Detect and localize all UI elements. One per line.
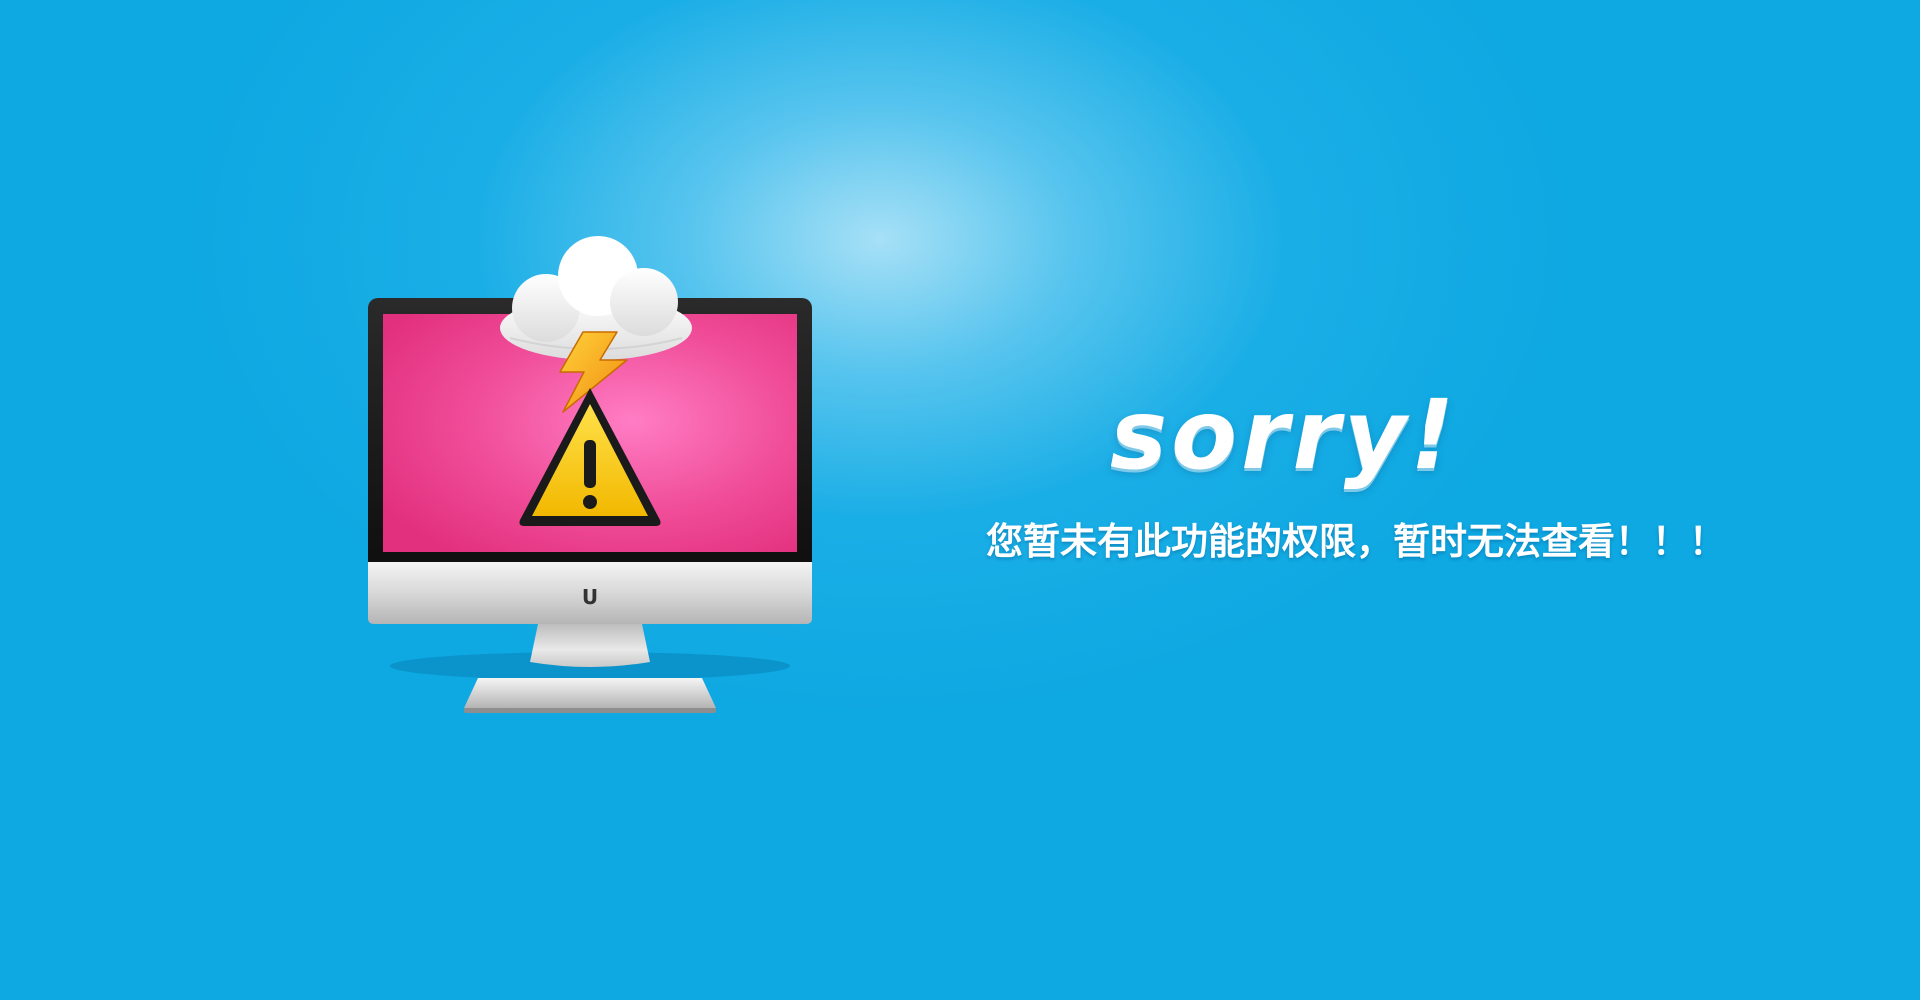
permission-denied-text: 您暂未有此功能的权限，暂时无法查看！！！ xyxy=(986,520,1726,563)
computer-illustration: U xyxy=(360,210,820,730)
computer-monitor-icon: U xyxy=(368,236,812,713)
sorry-title: sorry! xyxy=(1110,379,1459,491)
permission-denied-page: U sorry! 您暂未有此功能的权限，暂时无法查看！！！ xyxy=(0,0,1920,1000)
monitor-logo: U xyxy=(582,585,598,609)
error-message: sorry! 您暂未有此功能的权限，暂时无法查看！！！ xyxy=(980,380,1780,580)
